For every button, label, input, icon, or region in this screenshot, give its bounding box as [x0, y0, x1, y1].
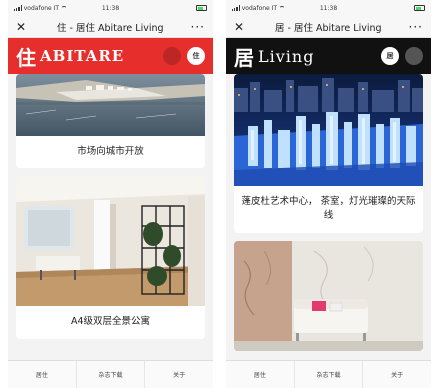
carrier: vodafone IT: [232, 4, 286, 12]
switch-account-button[interactable]: [405, 47, 423, 65]
more-icon[interactable]: ···: [409, 20, 423, 34]
phone-screen-abitare: vodafone IT 11:38 ✕ 住 - 居住 Abitare Livin…: [8, 0, 213, 388]
more-icon[interactable]: ···: [191, 20, 205, 34]
skyline-photo: [234, 74, 423, 186]
article-title: A4级双层全景公寓: [70, 316, 151, 328]
signal-icon: [232, 5, 240, 11]
logo-text: ABITARE: [40, 47, 125, 65]
article-card[interactable]: 蓬皮杜艺术中心， 茶室，灯光璀璨的天际线: [234, 74, 423, 233]
article-title: 蓬皮杜艺术中心， 茶室，灯光璀璨的天际线: [241, 196, 416, 222]
battery-icon: [196, 5, 207, 11]
bottom-tab-bar: 居住 杂志下载 关于: [226, 360, 431, 388]
tab-about[interactable]: 关于: [145, 361, 213, 388]
tab-living[interactable]: 居住: [226, 361, 295, 388]
brand-actions: 居: [381, 47, 423, 65]
wifi-icon: [61, 5, 68, 11]
apartment-photo: [16, 176, 205, 307]
article-image-apartment: [16, 176, 205, 307]
status-bar: vodafone IT 11:38: [226, 0, 431, 16]
nav-bar: ✕ 住 - 居住 Abitare Living ···: [8, 16, 213, 38]
article-card[interactable]: [234, 240, 423, 351]
avatar[interactable]: 居: [381, 47, 399, 65]
logo-text: Living: [258, 46, 315, 66]
abitare-logo[interactable]: 住 ABITARE: [16, 42, 124, 71]
carrier-label: vodafone IT: [23, 4, 60, 12]
status-time: 11:38: [319, 4, 338, 12]
phone-screen-living: vodafone IT 11:38 ✕ 居 - 居住 Abitare Livin…: [226, 0, 431, 388]
status-bar: vodafone IT 11:38: [8, 0, 213, 16]
switch-account-button[interactable]: [163, 47, 181, 65]
interior-photo: [234, 240, 423, 351]
tab-living[interactable]: 居住: [8, 361, 77, 388]
battery-icon: [414, 5, 425, 11]
tab-about[interactable]: 关于: [363, 361, 431, 388]
article-feed[interactable]: 市场向城市开放 A4级双层全景公寓: [8, 74, 213, 339]
brand-actions: 住: [163, 47, 205, 65]
signal-icon: [14, 5, 22, 11]
status-time: 11:38: [101, 4, 120, 12]
tab-magazine-download[interactable]: 杂志下载: [295, 361, 364, 388]
nav-title: 居 - 居住 Abitare Living: [275, 22, 382, 34]
article-image-interior: [234, 240, 423, 351]
article-title: 市场向城市开放: [77, 146, 144, 157]
avatar[interactable]: 住: [187, 47, 205, 65]
living-logo[interactable]: 居 Living: [234, 42, 314, 71]
bottom-tab-bar: 居住 杂志下载 关于: [8, 360, 213, 388]
nav-bar: ✕ 居 - 居住 Abitare Living ···: [226, 16, 431, 38]
article-image-waterfront: [16, 74, 205, 136]
logo-glyph: 居: [234, 45, 254, 70]
waterfront-photo: [16, 74, 205, 136]
wifi-icon: [279, 5, 286, 11]
brand-header: 居 Living 居: [226, 38, 431, 74]
carrier-label: vodafone IT: [241, 4, 278, 12]
article-feed[interactable]: 蓬皮杜艺术中心， 茶室，灯光璀璨的天际线: [226, 74, 431, 351]
article-card[interactable]: 市场向城市开放: [16, 74, 205, 169]
article-card[interactable]: A4级双层全景公寓: [16, 176, 205, 339]
tab-magazine-download[interactable]: 杂志下载: [77, 361, 146, 388]
close-icon[interactable]: ✕: [16, 20, 30, 34]
brand-header: 住 ABITARE 住: [8, 38, 213, 74]
logo-glyph: 住: [16, 45, 36, 70]
nav-title: 住 - 居住 Abitare Living: [57, 22, 164, 34]
article-image-skyline: [234, 74, 423, 186]
close-icon[interactable]: ✕: [234, 20, 248, 34]
carrier: vodafone IT: [14, 4, 68, 12]
